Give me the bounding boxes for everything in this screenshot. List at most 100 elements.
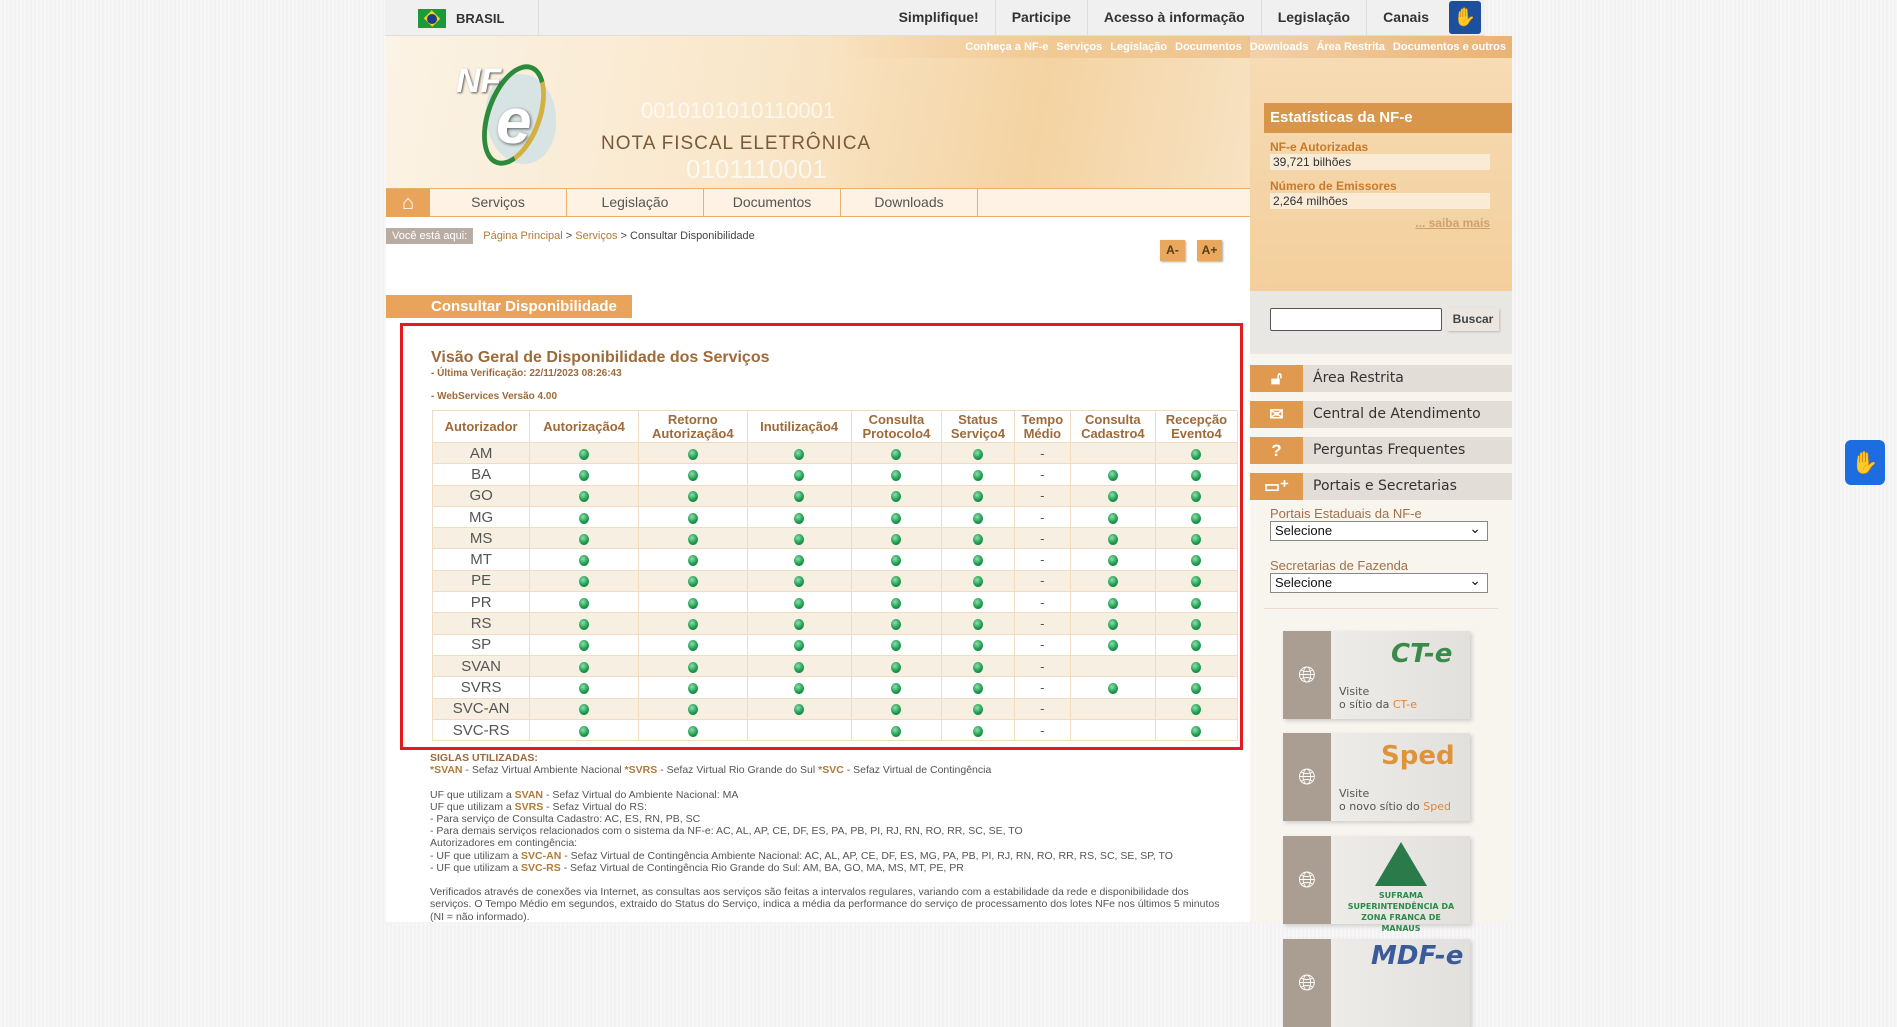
top-link[interactable]: Downloads [1250,36,1309,58]
table-row: SVAN - [431,654,1239,678]
status-green-icon [891,704,902,716]
status-cell [637,718,748,742]
sped-logo: Sped [1381,741,1455,771]
nav-servicos[interactable]: Serviços [430,189,567,216]
accessibility-button[interactable]: ✋ [1845,440,1885,485]
autorizador-cell: SVC-AN [431,697,531,720]
divider [1264,608,1498,609]
top-link[interactable]: Legislação [1110,36,1167,58]
gov-menu-participe[interactable]: Participe [994,0,1087,36]
line-text: - Sefaz Virtual do RS: [543,800,647,813]
menu-portais[interactable]: ▭⁺ Portais e Secretarias [1250,473,1512,500]
status-green-icon [891,640,902,652]
gov-menu-legislacao[interactable]: Legislação [1260,0,1366,36]
status-cell [941,505,1015,529]
search-button[interactable]: Buscar [1447,308,1499,331]
brasil-link[interactable]: BRASIL [418,9,504,28]
top-link[interactable]: Documentos [1175,36,1242,58]
breadcrumb-servicos[interactable]: Serviços [575,230,617,242]
empty-cell [1069,697,1156,720]
nfe-logo[interactable]: NF e [456,54,566,175]
line-pre: - UF que utilizam a [430,861,522,874]
main-nav: ⌂ Serviços Legislação Documentos Downloa… [386,188,1250,217]
status-green-icon [973,725,983,737]
mdfe-banner[interactable]: 🌐︎ MDF-e [1283,939,1470,1027]
gov-menu-acesso[interactable]: Acesso à informação [1086,0,1261,36]
menu-area-restrita[interactable]: 🔓︎ Área Restrita [1250,365,1512,392]
status-green-icon [1191,597,1202,609]
sign-language-icon[interactable]: ✋ [1449,1,1481,34]
status-cell [529,676,639,699]
status-green-icon [794,576,805,588]
status-cell [1154,463,1239,486]
status-green-icon [1191,448,1202,460]
menu-central-atendimento[interactable]: ✉ Central de Atendimento [1250,401,1512,428]
table-row: MS - [431,527,1239,550]
gov-menu-simplifique[interactable]: Simplifique! [883,0,995,36]
breadcrumb-home[interactable]: Página Principal [483,230,563,242]
saiba-mais-link[interactable]: ... saiba mais [1415,216,1490,230]
status-cell [529,718,639,742]
status-green-icon [1107,640,1118,652]
search-input[interactable] [1270,308,1442,331]
home-icon[interactable]: ⌂ [386,189,430,217]
top-links: Conheça a NF-e Serviços Legislação Docum… [386,36,1512,58]
status-cell [941,527,1015,550]
status-cell [637,569,748,593]
empty-cell [746,718,852,742]
suframa-banner[interactable]: 🌐︎ SUFRAMA SUPERINTENDÊNCIA DA ZONA FRANCA… [1283,836,1470,933]
column-header: Recepção Evento4 [1154,410,1239,443]
status-green-icon [1191,555,1202,567]
font-increase-button[interactable]: A+ [1197,240,1222,261]
status-green-icon [687,491,698,503]
nav-documentos[interactable]: Documentos [704,189,841,216]
portais-select[interactable]: Selecione [1270,519,1488,541]
sped-banner[interactable]: 🌐︎ Sped Visite o novo sítio do Sped [1283,733,1470,821]
status-green-icon [1107,470,1118,481]
top-link[interactable]: Área Restrita [1316,36,1384,58]
top-link[interactable]: Documentos e outros [1393,36,1506,58]
status-green-icon [794,619,805,631]
line-pre: UF que utilizam a [430,800,515,813]
status-cell [637,697,748,720]
secretarias-select[interactable]: Selecione [1270,571,1488,593]
status-green-icon [1191,640,1202,652]
tempo-medio-cell: - [1013,484,1071,507]
status-cell [850,718,943,742]
status-green-icon [1191,682,1202,694]
top-link[interactable]: Conheça a NF-e [965,36,1048,58]
globe-icon: 🌐︎ [1283,939,1331,1027]
status-green-icon [1107,682,1118,694]
autorizador-cell: MG [431,505,531,529]
tempo-medio-cell: - [1013,654,1071,678]
cte-banner[interactable]: 🌐︎ CT-e Visite o sítio da CT-e [1283,631,1470,719]
status-cell [850,441,943,465]
authorized-value: 39,721 bilhões [1270,154,1490,170]
status-green-icon [973,619,983,631]
page-title: Consultar Disponibilidade [386,295,632,318]
status-cell [529,697,639,720]
autorizador-cell: MS [431,527,531,550]
nav-legislacao[interactable]: Legislação [567,189,704,216]
status-green-icon [973,661,983,673]
status-cell [637,676,748,699]
status-green-icon [973,470,983,481]
breadcrumb-sep: > [620,230,627,242]
issuers-label: Número de Emissores [1270,179,1397,193]
nav-downloads[interactable]: Downloads [841,189,978,216]
envelope-icon: ✉ [1250,401,1303,428]
status-cell [1154,484,1239,507]
suframa-logo: SUFRAMA SUPERINTENDÊNCIA DA ZONA FRANCA D… [1341,842,1461,934]
status-cell [746,697,852,720]
status-green-icon [794,491,805,503]
table-row: AM - [431,441,1239,465]
font-decrease-button[interactable]: A- [1160,240,1185,261]
menu-perguntas[interactable]: ? Perguntas Frequentes [1250,437,1512,464]
status-cell [746,569,852,593]
status-cell [746,633,852,656]
status-green-icon [687,470,698,481]
status-green-icon [973,448,983,460]
status-cell [637,505,748,529]
gov-menu-canais[interactable]: Canais [1366,0,1445,36]
top-link[interactable]: Serviços [1056,36,1102,58]
